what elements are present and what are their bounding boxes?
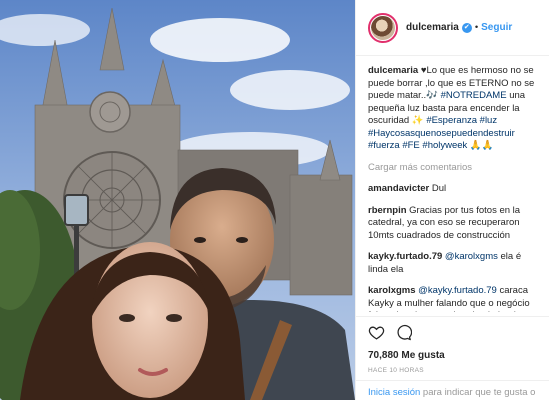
avatar[interactable] (368, 12, 398, 43)
comment-username[interactable]: kayky.furtado.79 (368, 251, 442, 262)
caption-username[interactable]: dulcemaria (368, 65, 418, 76)
comment-username[interactable]: amandavicter (368, 183, 429, 194)
comment-item: kayky.furtado.79 @karolxgms ela é linda … (368, 251, 539, 276)
likes-count[interactable]: 70,880 Me gusta (368, 350, 538, 361)
verified-badge-icon: ✔ (461, 22, 472, 33)
comment-text: Dul (431, 183, 447, 194)
comment-icon[interactable] (395, 324, 413, 344)
hashtag-esperanza[interactable]: #Esperanza (426, 115, 477, 126)
comment-username[interactable]: karolxgms (368, 285, 416, 296)
post-sidebar: dulcemaria ✔ • Seguir dulcemaria ♥Lo que… (355, 0, 549, 400)
post-actions: 70,880 Me gusta HACE 10 HORAS (356, 316, 549, 374)
comment-item: amandavicter Dul (368, 183, 539, 196)
hashtag-luz[interactable]: #luz (480, 115, 497, 126)
comment-username[interactable]: rbernpin (368, 205, 407, 216)
action-row (368, 323, 538, 345)
hashtag-holyweek[interactable]: #holyweek (422, 140, 467, 151)
hashtag-notredame[interactable]: #NOTREDAME (441, 90, 507, 101)
load-more-comments-button[interactable]: Cargar más comentarios (368, 162, 539, 175)
hashtag-fe[interactable]: #FE (402, 140, 419, 151)
hashtag-haycosas[interactable]: #Haycosasquenosepuedendestruir (368, 128, 515, 139)
post-timestamp: HACE 10 HORAS (368, 367, 424, 374)
follow-button[interactable]: Seguir (481, 22, 512, 33)
login-prompt: Inicia sesión para indicar que te gusta … (356, 380, 549, 400)
comment-item: rbernpin Gracias por tus fotos en la cat… (368, 205, 539, 243)
caption: dulcemaria ♥Lo que es hermoso no se pued… (368, 65, 539, 153)
comment-item: karolxgms @kayky.furtado.79 caraca Kayky… (368, 285, 539, 312)
post-header: dulcemaria ✔ • Seguir (356, 0, 549, 56)
login-prompt-text: para indicar que te gusta o (420, 387, 536, 398)
comments-list[interactable]: dulcemaria ♥Lo que es hermoso no se pued… (356, 56, 549, 312)
login-link[interactable]: Inicia sesión (368, 387, 420, 398)
post-photo[interactable] (0, 0, 355, 400)
comment-mention[interactable]: @karolxgms (445, 251, 498, 262)
heart-icon[interactable] (368, 324, 385, 344)
header-username[interactable]: dulcemaria (406, 22, 459, 33)
caption-emoji: 🙏🙏 (467, 140, 494, 151)
comment-mention[interactable]: @kayky.furtado.79 (418, 285, 497, 296)
photo-image (0, 0, 355, 400)
hashtag-fuerza[interactable]: #fuerza (368, 140, 400, 151)
separator-dot: • (474, 22, 479, 33)
